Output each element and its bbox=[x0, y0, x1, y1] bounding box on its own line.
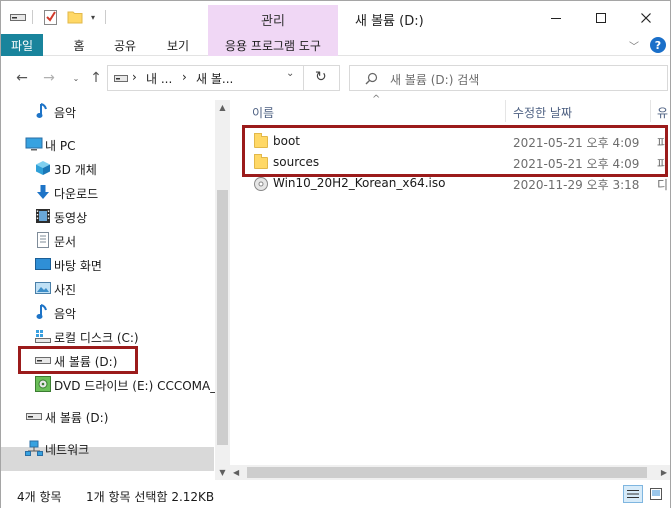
close-button[interactable] bbox=[623, 5, 669, 31]
customize-toolbar-icon[interactable]: ▾ bbox=[87, 7, 99, 27]
music-icon bbox=[34, 102, 52, 120]
document-icon bbox=[34, 231, 52, 249]
pc-icon bbox=[25, 135, 43, 153]
address-toolbar: ← → ⌄ ↑ › 내 ... › 새 볼... ⌄ ↻ 새 볼륨 (D:) 검… bbox=[1, 56, 670, 100]
chevron-down-icon[interactable]: ﹀ bbox=[629, 38, 639, 53]
context-tab-header: 관리 bbox=[208, 5, 338, 34]
ribbon-tabs: 파일 홈 공유 보기 응용 프로그램 도구 ﹀ ? bbox=[1, 34, 670, 56]
search-input[interactable]: 새 볼륨 (D:) 검색 bbox=[349, 65, 668, 91]
status-selection: 1개 항목 선택함 2.12KB bbox=[86, 490, 215, 504]
chevron-down-icon[interactable]: ⌄ bbox=[286, 68, 294, 79]
column-divider bbox=[505, 100, 506, 122]
scroll-down-icon[interactable]: ▼ bbox=[215, 465, 230, 480]
drive-icon[interactable] bbox=[9, 7, 27, 27]
column-header-name[interactable]: 이름 bbox=[252, 104, 274, 121]
separator bbox=[105, 10, 106, 24]
breadcrumb-this-pc[interactable]: 내 ... bbox=[146, 70, 172, 87]
desktop-icon bbox=[34, 255, 52, 273]
breadcrumb-separator: › bbox=[182, 70, 187, 84]
dvd-drive-icon bbox=[34, 375, 52, 393]
explorer-window: ▾ 관리 새 볼륨 (D:) 파일 홈 공유 보기 응용 프로그램 도구 ﹀ ?… bbox=[0, 0, 671, 508]
nav-scrollbar[interactable]: ▲ ▼ bbox=[215, 100, 230, 480]
tab-home[interactable]: 홈 bbox=[59, 34, 99, 56]
drive-icon bbox=[114, 75, 128, 82]
title-bar: ▾ 관리 새 볼륨 (D:) bbox=[1, 1, 670, 34]
sort-ascending-icon: ^ bbox=[372, 94, 381, 105]
column-header-type[interactable]: 유 bbox=[657, 104, 668, 121]
search-placeholder: 새 볼륨 (D:) 검색 bbox=[390, 73, 480, 87]
status-bar: 4개 항목 1개 항목 선택함 2.12KB bbox=[1, 480, 670, 508]
up-arrow-icon[interactable]: ↑ bbox=[87, 69, 105, 87]
scroll-left-icon[interactable]: ◀ bbox=[233, 468, 239, 477]
large-icons-view-icon[interactable] bbox=[646, 485, 666, 503]
tab-file[interactable]: 파일 bbox=[1, 34, 43, 56]
music-icon bbox=[34, 303, 52, 321]
pictures-icon bbox=[34, 279, 52, 297]
help-icon[interactable]: ? bbox=[650, 37, 666, 53]
download-icon bbox=[34, 183, 52, 201]
video-icon bbox=[34, 207, 52, 225]
maximize-button[interactable] bbox=[578, 5, 624, 31]
content-hscrollbar[interactable]: ◀ ▶ bbox=[230, 465, 670, 480]
tab-application-tools[interactable]: 응용 프로그램 도구 bbox=[208, 34, 338, 56]
back-arrow-icon[interactable]: ← bbox=[13, 69, 31, 87]
window-title: 새 볼륨 (D:) bbox=[355, 14, 424, 29]
column-header-modified[interactable]: 수정한 날짜 bbox=[513, 104, 572, 121]
highlight-box-nav bbox=[18, 346, 138, 374]
address-bar[interactable]: › 내 ... › 새 볼... ⌄ ↻ bbox=[107, 65, 340, 91]
disc-image-icon bbox=[252, 175, 270, 193]
3d-objects-icon bbox=[34, 159, 52, 177]
scroll-thumb[interactable] bbox=[217, 190, 228, 445]
details-view-icon[interactable] bbox=[623, 485, 643, 503]
divider bbox=[303, 66, 304, 90]
navigation-pane: 음악 내 PC 3D 개체 다운로드 동영상 문서 바탕 화면 사진 음악 로컬… bbox=[1, 100, 230, 480]
forward-arrow-icon[interactable]: → bbox=[40, 69, 58, 87]
new-folder-icon[interactable] bbox=[66, 7, 84, 27]
column-divider bbox=[650, 100, 651, 122]
network-icon bbox=[25, 439, 43, 457]
recent-locations-icon[interactable]: ⌄ bbox=[67, 69, 85, 87]
scroll-up-icon[interactable]: ▲ bbox=[215, 100, 230, 115]
tab-view[interactable]: 보기 bbox=[158, 34, 198, 56]
refresh-icon[interactable]: ↻ bbox=[315, 69, 327, 85]
separator bbox=[32, 10, 33, 24]
search-icon bbox=[365, 72, 378, 85]
scroll-thumb[interactable] bbox=[247, 467, 647, 478]
breadcrumb-volume-d[interactable]: 새 볼... bbox=[196, 70, 233, 87]
tab-share[interactable]: 공유 bbox=[105, 34, 145, 56]
properties-icon[interactable] bbox=[42, 7, 60, 27]
local-disk-icon bbox=[34, 327, 52, 345]
highlight-box-files bbox=[242, 125, 668, 177]
minimize-button[interactable] bbox=[533, 5, 579, 31]
scroll-right-icon[interactable]: ▶ bbox=[661, 468, 667, 477]
drive-icon bbox=[25, 407, 43, 425]
breadcrumb-separator: › bbox=[132, 70, 137, 84]
status-item-count: 4개 항목 bbox=[17, 490, 62, 504]
